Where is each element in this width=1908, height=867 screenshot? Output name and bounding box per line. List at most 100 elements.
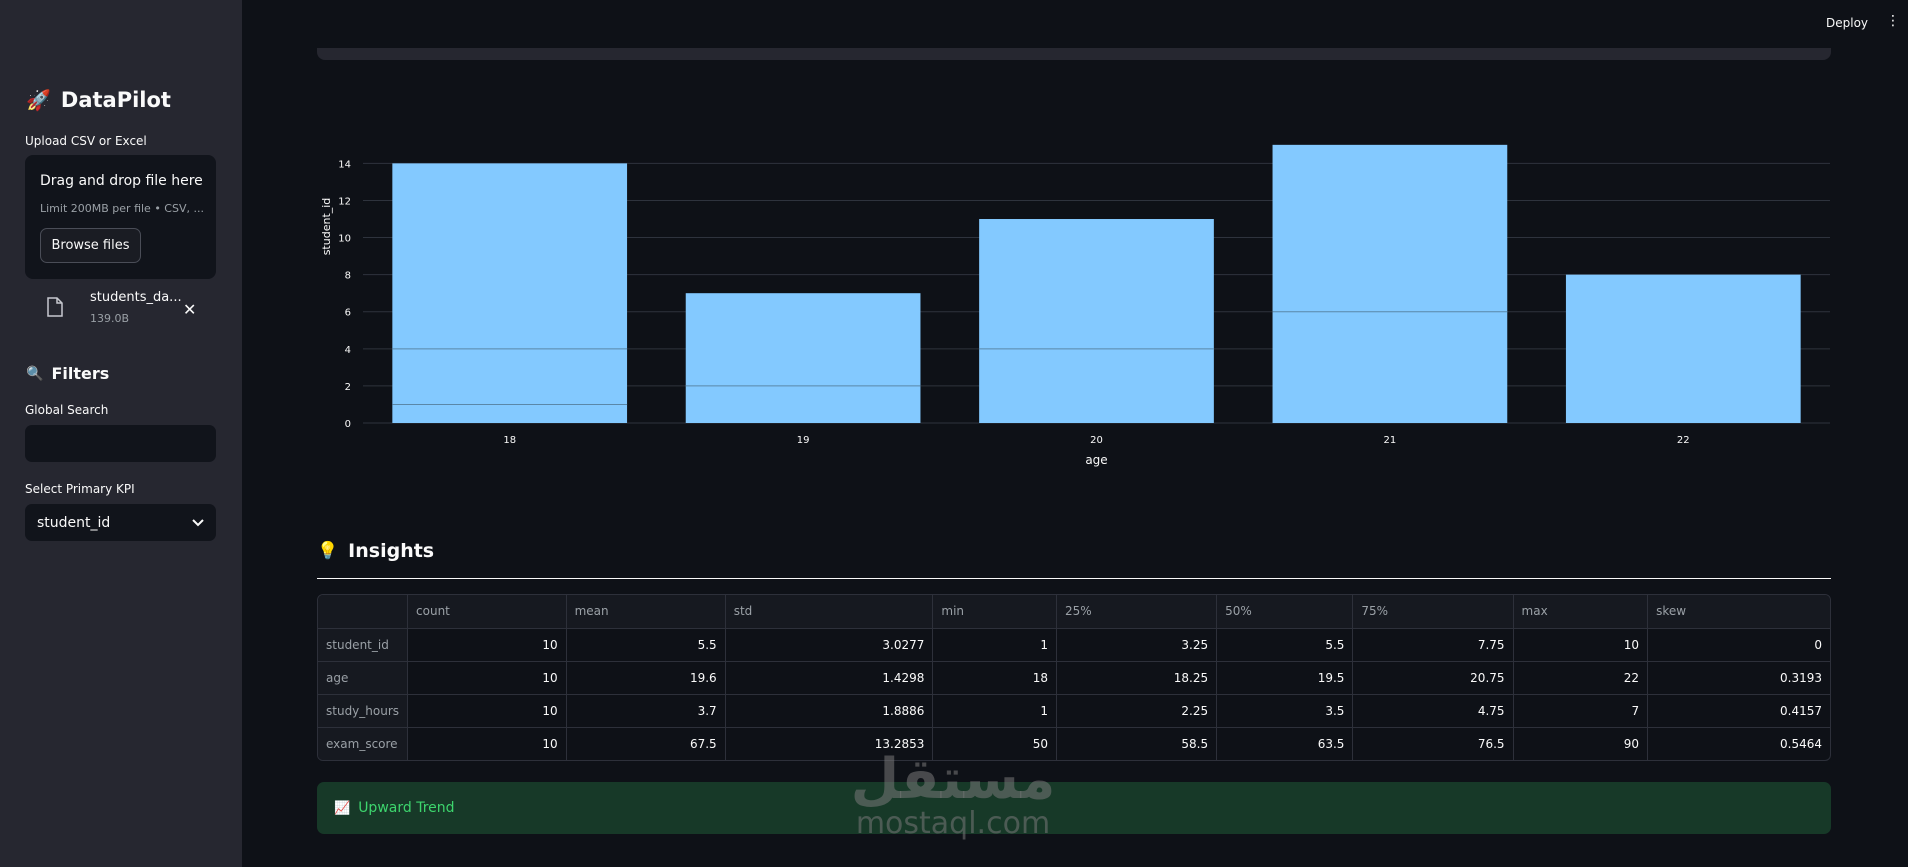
sidebar: 🚀 DataPilot Upload CSV or Excel Drag and… — [0, 0, 242, 867]
table-cell: 7 — [1513, 694, 1649, 728]
table-cell: 1 — [932, 628, 1057, 662]
file-icon — [47, 297, 63, 317]
table-cell: 4.75 — [1352, 694, 1514, 728]
table-cell: 10 — [407, 694, 567, 728]
column-header[interactable]: min — [932, 595, 1057, 629]
app-root: 🚀 DataPilot Upload CSV or Excel Drag and… — [0, 0, 1908, 867]
chevron-down-icon — [192, 518, 204, 526]
column-header[interactable]: 75% — [1352, 595, 1514, 629]
upload-label: Upload CSV or Excel — [25, 134, 147, 148]
trend-alert: 📈 Upward Trend — [317, 782, 1831, 834]
table-cell: 10 — [407, 628, 567, 662]
file-dropzone[interactable]: Drag and drop file here Limit 200MB per … — [25, 155, 216, 279]
column-header[interactable]: mean — [566, 595, 726, 629]
dropzone-title: Drag and drop file here — [40, 173, 203, 189]
table-row: exam_score 10 67.5 13.2853 50 58.5 63.5 76.5 90 0… — [318, 727, 1830, 760]
y-tick-label: 8 — [345, 271, 351, 282]
table-cell: 18 — [932, 661, 1057, 695]
table-cell: 1.8886 — [725, 694, 934, 728]
bar — [979, 219, 1214, 423]
kpi-selected-value: student_id — [37, 514, 111, 531]
insights-divider — [317, 578, 1831, 579]
column-header[interactable]: count — [407, 595, 567, 629]
y-tick-label: 0 — [345, 419, 351, 430]
trend-label: Upward Trend — [358, 800, 455, 816]
column-header[interactable]: std — [725, 595, 934, 629]
file-name: students_da... — [90, 290, 182, 305]
table-cell: 67.5 — [566, 727, 726, 760]
app-title: DataPilot — [60, 88, 171, 112]
table-cell: 3.7 — [566, 694, 726, 728]
table-row: study_hours 10 3.7 1.8886 1 2.25 3.5 4.75 7 0.415… — [318, 694, 1830, 728]
remove-file-close-icon[interactable]: ✕ — [183, 300, 196, 319]
file-size: 139.0B — [90, 312, 130, 325]
watermark-logo: مستقل mostaql.com — [850, 747, 1056, 841]
row-label: exam_score — [318, 727, 409, 760]
bar — [392, 163, 628, 423]
chart-increasing-icon: 📈 — [334, 800, 351, 816]
table-cell: 10 — [407, 727, 567, 760]
y-tick-label: 10 — [338, 234, 351, 245]
app-brand: 🚀 DataPilot — [26, 88, 171, 112]
table-cell: 76.5 — [1352, 727, 1514, 760]
table-cell: 20.75 — [1352, 661, 1514, 695]
filters-title: Filters — [51, 364, 110, 383]
column-header[interactable]: 50% — [1216, 595, 1354, 629]
uploaded-file: students_da... 139.0B ✕ — [25, 285, 216, 335]
table-cell: 19.6 — [566, 661, 726, 695]
table-cell: 3.25 — [1056, 628, 1218, 662]
kpi-select[interactable]: student_id — [25, 504, 216, 541]
table-cell: 3.0277 — [725, 628, 934, 662]
table-cell: 0.5464 — [1780, 736, 1822, 751]
table-cell: 0.3193 — [1647, 661, 1830, 695]
y-axis-label: student_id — [320, 198, 333, 256]
global-search-label: Global Search — [25, 403, 109, 417]
global-search-input[interactable] — [25, 425, 216, 462]
table-cell: 58.5 — [1056, 727, 1218, 760]
dropzone-limit: Limit 200MB per file • CSV, ... — [40, 202, 204, 215]
rocket-icon: 🚀 — [26, 88, 51, 112]
row-label: student_id — [318, 628, 409, 662]
table-cell: 19.5 — [1216, 661, 1354, 695]
table-cell: 63.5 — [1216, 727, 1354, 760]
table-cell: 18.25 — [1056, 661, 1218, 695]
bar — [685, 293, 921, 423]
table-row: age 10 19.6 1.4298 18 18.25 19.5 20.75 22 0.3193 — [318, 661, 1830, 695]
filters-heading: 🔍 Filters — [26, 364, 109, 383]
column-header[interactable]: max — [1513, 595, 1649, 629]
x-tick-label: 18 — [503, 435, 516, 446]
x-axis-label: age — [1085, 453, 1107, 467]
y-tick-label: 14 — [338, 159, 351, 170]
table-cell: 7.75 — [1352, 628, 1514, 662]
column-header[interactable]: 25% — [1056, 595, 1218, 629]
row-label: study_hours — [318, 694, 409, 728]
y-tick-label: 2 — [345, 382, 351, 393]
y-tick-label: 12 — [338, 196, 351, 207]
previous-section-bottom — [317, 48, 1831, 60]
column-header[interactable] — [318, 595, 409, 629]
bar — [1272, 144, 1508, 423]
table-cell: 0.4157 — [1647, 694, 1830, 728]
lightbulb-icon: 💡 — [317, 541, 339, 561]
bar-chart-svg: 0 2 4 6 8 10 12 14 18 19 20 21 22 age student_id — [320, 144, 1830, 467]
x-tick-label: 20 — [1090, 435, 1103, 446]
x-tick-label: 21 — [1384, 435, 1397, 446]
magnifier-icon: 🔍 — [26, 365, 44, 382]
table-row: student_id 10 5.5 3.0277 1 3.25 5.5 7.75 10 0 — [318, 628, 1830, 662]
table-cell: 90 — [1513, 727, 1649, 760]
table-body: student_id 10 5.5 3.0277 1 3.25 5.5 7.75 10 0 age 1… — [318, 628, 1830, 760]
table-header-row: count mean std min 25% 50% 75% max skew — [318, 595, 1830, 629]
table-cell: 0 — [1647, 628, 1830, 662]
bar-chart: 0 2 4 6 8 10 12 14 18 19 20 21 22 age student_id — [300, 130, 1840, 484]
insights-title: Insights — [348, 540, 435, 562]
stats-table[interactable]: count mean std min 25% 50% 75% max skew student_… — [317, 594, 1831, 761]
table-cell: 22 — [1513, 661, 1649, 695]
bar — [1565, 274, 1801, 423]
deploy-button[interactable]: Deploy — [1826, 16, 1868, 30]
table-cell: 1.4298 — [725, 661, 934, 695]
column-header[interactable]: skew — [1647, 595, 1830, 629]
x-tick-label: 19 — [797, 435, 810, 446]
browse-files-button[interactable]: Browse files — [40, 228, 141, 263]
main-menu-icon[interactable]: ⋮ — [1886, 14, 1900, 28]
table-cell: 5.5 — [1216, 628, 1354, 662]
